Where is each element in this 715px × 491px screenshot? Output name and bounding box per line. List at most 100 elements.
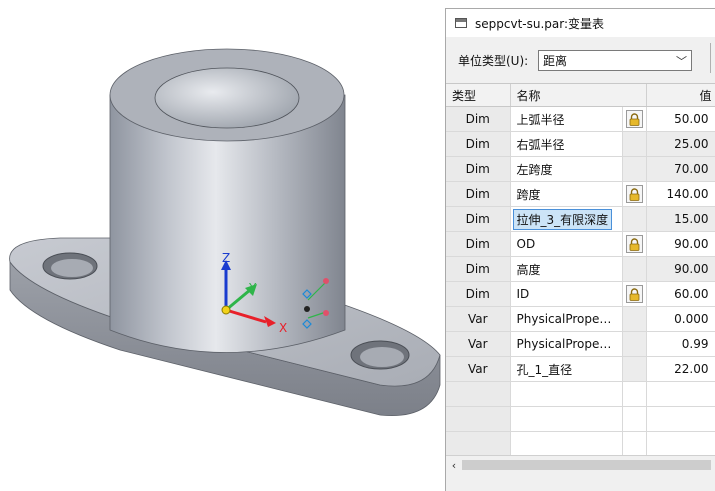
chevron-left-icon[interactable]: ‹ (446, 459, 462, 472)
cell-type[interactable]: Dim (446, 281, 511, 307)
cell-value[interactable]: 60.00 (646, 281, 715, 307)
cell-lock[interactable] (622, 256, 647, 282)
cell-value[interactable]: 22.00 (646, 356, 715, 382)
cell-type[interactable]: Dim (446, 106, 511, 132)
cell-lock[interactable] (622, 281, 647, 307)
cell-value[interactable]: 90.00 (646, 256, 715, 282)
empty-cell (622, 381, 647, 407)
table-row[interactable]: Var PhysicalPropert... 0.000 (446, 306, 715, 332)
table-row[interactable]: Dim 高度 90.00 (446, 256, 715, 282)
cell-value[interactable]: 140.00 (646, 181, 715, 207)
z-axis-label: Z (222, 251, 230, 265)
model-viewport[interactable]: Z Y X (0, 0, 445, 491)
empty-cell (446, 431, 511, 456)
cell-type[interactable]: Dim (446, 156, 511, 182)
cell-type[interactable]: Var (446, 356, 511, 382)
cell-type[interactable]: Dim (446, 256, 511, 282)
cell-lock[interactable] (622, 231, 647, 257)
cell-value[interactable]: 70.00 (646, 156, 715, 182)
y-axis-label: Y (248, 281, 257, 295)
cell-value[interactable]: 0.000 (646, 306, 715, 332)
cell-name[interactable]: 右弧半径 (510, 131, 623, 157)
part-model[interactable]: Z Y X (0, 0, 445, 491)
cell-value[interactable]: 50.00 (646, 106, 715, 132)
table-row[interactable]: Var 孔_1_直径 22.00 (446, 356, 715, 382)
table-row[interactable]: Dim 跨度 140.00 (446, 181, 715, 207)
cell-lock[interactable] (622, 306, 647, 332)
empty-cell (646, 431, 715, 456)
chevron-down-icon: ﹀ (676, 54, 687, 68)
lock-icon[interactable] (625, 235, 643, 253)
unit-type-select[interactable]: 距离 ﹀ (538, 49, 692, 71)
cell-name-text: 孔_1_直径 (516, 362, 573, 377)
table-row[interactable]: Dim ID 60.00 (446, 281, 715, 307)
table-row[interactable]: Dim 上弧半径 50.00 (446, 106, 715, 132)
window-icon (455, 18, 467, 28)
cell-name-text: PhysicalPropert... (516, 312, 621, 326)
cell-type[interactable]: Dim (446, 231, 511, 257)
cell-name[interactable]: 拉伸_3_有限深度 (510, 206, 623, 232)
empty-row (446, 406, 715, 432)
empty-cell (510, 406, 623, 432)
empty-cell (646, 406, 715, 432)
cell-name[interactable]: PhysicalPropert... (510, 331, 623, 357)
lock-icon[interactable] (625, 185, 643, 203)
cell-type[interactable]: Dim (446, 206, 511, 232)
cell-type[interactable]: Var (446, 331, 511, 357)
lock-icon[interactable] (625, 285, 643, 303)
cell-value[interactable]: 15.00 (646, 206, 715, 232)
cell-name[interactable]: OD (510, 231, 623, 257)
table-row[interactable]: Dim 拉伸_3_有限深度 15.00 (446, 206, 715, 232)
scrollbar-thumb[interactable] (462, 460, 711, 470)
cell-name-text: 高度 (516, 262, 541, 277)
cell-lock[interactable] (622, 356, 647, 382)
cell-lock[interactable] (622, 106, 647, 132)
empty-cell (510, 431, 623, 456)
cell-value[interactable]: 0.99 (646, 331, 715, 357)
empty-cell (622, 431, 647, 456)
cell-lock[interactable] (622, 181, 647, 207)
cell-type[interactable]: Var (446, 306, 511, 332)
column-header-type[interactable]: 类型 (446, 84, 511, 107)
cell-value[interactable]: 25.00 (646, 131, 715, 157)
cell-type[interactable]: Dim (446, 131, 511, 157)
cell-name[interactable]: ID (510, 281, 623, 307)
cell-lock[interactable] (622, 206, 647, 232)
cell-name[interactable]: 上弧半径 (510, 106, 623, 132)
window-title: seppcvt-su.par:变量表 (475, 16, 605, 31)
empty-cell (510, 381, 623, 407)
table-row[interactable]: Dim 右弧半径 25.00 (446, 131, 715, 157)
lock-icon[interactable] (625, 110, 643, 128)
cell-type[interactable]: Dim (446, 181, 511, 207)
column-header-name[interactable]: 名称 (510, 84, 647, 107)
empty-row (446, 381, 715, 407)
cell-name[interactable]: 高度 (510, 256, 623, 282)
cell-name[interactable]: 孔_1_直径 (510, 356, 623, 382)
table-row[interactable]: Var PhysicalPropert... 0.99 (446, 331, 715, 357)
unit-type-value: 距离 (543, 53, 568, 68)
cell-lock[interactable] (622, 156, 647, 182)
unit-type-label: 单位类型(U): (458, 53, 529, 68)
cell-name[interactable]: PhysicalPropert... (510, 306, 623, 332)
horizontal-scrollbar[interactable]: ‹ (446, 455, 715, 474)
cell-name[interactable]: 跨度 (510, 181, 623, 207)
cell-name-text: 左跨度 (516, 162, 553, 177)
variable-table-window[interactable]: seppcvt-su.par:变量表 单位类型(U): 距离 ﹀ 类型 名称 值… (445, 8, 715, 491)
cell-name-text: OD (516, 237, 536, 251)
table-row[interactable]: Dim OD 90.00 (446, 231, 715, 257)
variable-grid[interactable]: 类型 名称 值 Dim 上弧半径 50.00 Dim 右弧半径 25.00 Dim 左跨度 70… (446, 83, 715, 456)
toolbar-divider (710, 43, 711, 73)
cell-lock[interactable] (622, 131, 647, 157)
title-bar[interactable]: seppcvt-su.par:变量表 (446, 9, 715, 37)
table-row[interactable]: Dim 左跨度 70.00 (446, 156, 715, 182)
cell-name-text: 上弧半径 (516, 112, 565, 127)
cell-value[interactable]: 90.00 (646, 231, 715, 257)
cell-name-text: ID (516, 287, 530, 301)
cell-name-text: 右弧半径 (516, 137, 565, 152)
cell-lock[interactable] (622, 331, 647, 357)
cell-name-text: 跨度 (516, 187, 541, 202)
cell-name[interactable]: 左跨度 (510, 156, 623, 182)
unit-type-row: 单位类型(U): 距离 ﹀ (446, 47, 715, 73)
empty-row (446, 431, 715, 456)
column-header-value[interactable]: 值 (646, 84, 715, 107)
